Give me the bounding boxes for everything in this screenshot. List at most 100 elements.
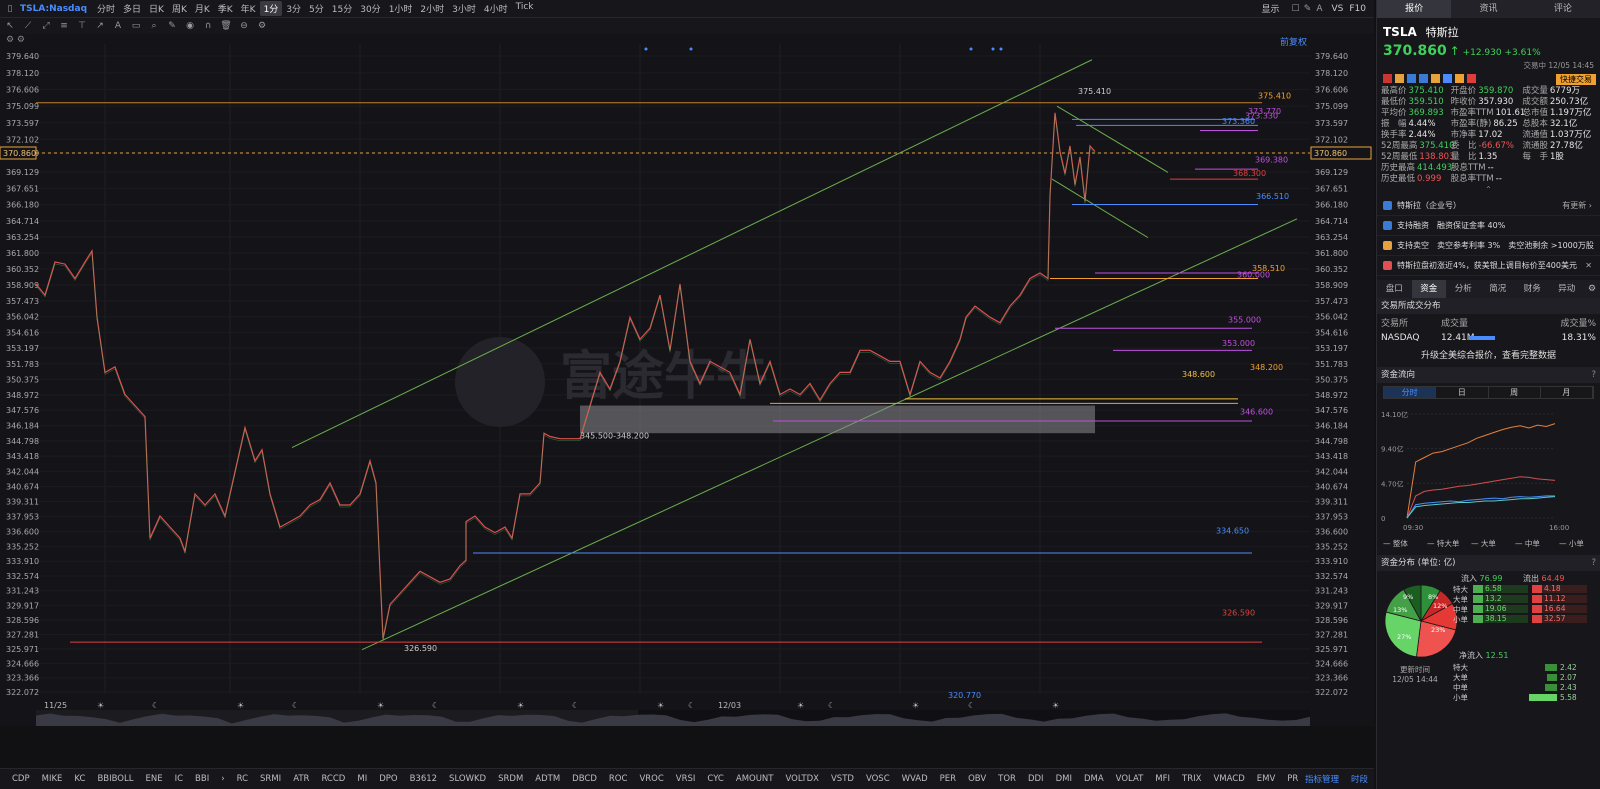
timeframe-7[interactable]: 1分 xyxy=(259,1,283,16)
timeframe-4[interactable]: 月K xyxy=(191,1,214,16)
feed-item[interactable]: 支持卖空 卖空参考利率 3% 卖空池剩余 >1000万股 xyxy=(1377,236,1600,256)
timeframe-3[interactable]: 周K xyxy=(168,1,191,16)
timeframe-1[interactable]: 多日 xyxy=(119,1,145,16)
price-chart[interactable]: 379.640 379.640 378.120 378.120 376.606 376.6… xyxy=(0,34,1374,726)
indicator-item[interactable]: PER xyxy=(934,774,962,784)
indicator-item[interactable]: › xyxy=(215,774,230,784)
indicator-item[interactable]: PRICEOSC xyxy=(1281,774,1299,784)
indicator-manage-button[interactable]: 指标管理 xyxy=(1299,773,1345,785)
indicator-item[interactable]: ROC xyxy=(603,774,634,784)
indicator-item[interactable]: MIKE xyxy=(36,774,69,784)
tab-quote[interactable]: 报价 xyxy=(1377,0,1452,18)
timeframe-2[interactable]: 日K xyxy=(145,1,168,16)
subtab-0[interactable]: 盘口 xyxy=(1377,280,1412,298)
comment-icon[interactable]: ▭ xyxy=(130,21,142,31)
help-icon[interactable]: ? xyxy=(1591,367,1596,383)
flow-tab-0[interactable]: 分时 xyxy=(1384,387,1437,398)
indicator-item[interactable]: DDI xyxy=(1022,774,1050,784)
indicator-item[interactable]: VMACD xyxy=(1207,774,1250,784)
flow-legend-item[interactable]: — 中单 xyxy=(1515,538,1540,548)
indicator-item[interactable]: VRSI xyxy=(670,774,702,784)
indicator-item[interactable]: VOLAT xyxy=(1110,774,1150,784)
indicator-item[interactable]: ATR xyxy=(287,774,315,784)
indicator-item[interactable]: EMV xyxy=(1251,774,1282,784)
indicator-item[interactable]: CDP xyxy=(6,774,36,784)
fib-tool-icon[interactable]: ⊤ xyxy=(76,21,88,31)
indicator-item[interactable]: ADTM xyxy=(529,774,566,784)
pen-icon[interactable]: ✎ xyxy=(166,21,178,31)
timeframe-16[interactable]: Tick xyxy=(512,1,538,16)
settings-icon[interactable]: ⚙ xyxy=(256,21,268,31)
flow-tab-3[interactable]: 月 xyxy=(1541,387,1593,398)
indicator-item[interactable]: TRIX xyxy=(1176,774,1207,784)
indicator-item[interactable]: WVAD xyxy=(896,774,934,784)
flow-tab-2[interactable]: 周 xyxy=(1489,387,1541,398)
timeframe-6[interactable]: 年K xyxy=(237,1,260,16)
flow-legend-item[interactable]: — 小单 xyxy=(1559,538,1584,548)
feed-item[interactable]: 特斯拉（企业号） 有更新 › xyxy=(1377,196,1600,216)
indicator-item[interactable]: VOLTDX xyxy=(780,774,825,784)
heart-icon[interactable] xyxy=(1467,74,1476,83)
indicator-item[interactable]: VROC xyxy=(633,774,669,784)
indicator-item[interactable]: DBCD xyxy=(566,774,603,784)
timeframe-14[interactable]: 3小时 xyxy=(448,1,480,16)
chart-canvas[interactable]: 379.640 379.640 378.120 378.120 376.606 376.6… xyxy=(0,34,1374,726)
indicator-item[interactable]: MFI xyxy=(1149,774,1176,784)
indicator-item[interactable]: VOSC xyxy=(860,774,896,784)
timeframe-9[interactable]: 5分 xyxy=(305,1,328,16)
subtab-2[interactable]: 分析 xyxy=(1446,280,1481,298)
timeframe-13[interactable]: 2小时 xyxy=(416,1,448,16)
indicator-item[interactable]: SRMI xyxy=(254,774,287,784)
feed-item[interactable]: 特斯拉盘初涨近4%，获美银上调目标价至400美元 ✕ xyxy=(1377,256,1600,276)
ray-tool-icon[interactable]: ⤢ xyxy=(40,21,52,31)
timeframe-10[interactable]: 15分 xyxy=(328,1,356,16)
indicator-item[interactable]: RC xyxy=(231,774,254,784)
indicator-item[interactable]: BBIBOLL xyxy=(91,774,139,784)
indicator-item[interactable]: VSTD xyxy=(825,774,860,784)
indicator-item[interactable]: DMI xyxy=(1050,774,1078,784)
flow-legend-item[interactable]: — 大单 xyxy=(1471,538,1496,548)
timeframe-11[interactable]: 30分 xyxy=(356,1,384,16)
flow-tab-1[interactable]: 日 xyxy=(1436,387,1489,398)
indicator-item[interactable]: TOR xyxy=(992,774,1022,784)
subtab-settings-icon[interactable]: ⚙ xyxy=(1584,280,1600,298)
subtab-4[interactable]: 财务 xyxy=(1515,280,1550,298)
cursor-icon[interactable]: ↖ xyxy=(4,21,16,31)
layout-icon[interactable]: ☐ xyxy=(1289,4,1301,14)
text-tool-icon[interactable]: A xyxy=(112,21,124,31)
session-button[interactable]: 时段 xyxy=(1345,773,1374,785)
subtab-1[interactable]: 资金 xyxy=(1411,280,1446,298)
trash-icon[interactable]: 🗑 xyxy=(220,21,232,31)
indicator-item[interactable]: AMOUNT xyxy=(730,774,780,784)
timeframe-8[interactable]: 3分 xyxy=(282,1,305,16)
text-icon[interactable]: A xyxy=(1313,4,1325,14)
indicator-item[interactable]: KC xyxy=(68,774,91,784)
feed-extra[interactable]: ✕ xyxy=(1585,256,1592,276)
subtab-5[interactable]: 异动 xyxy=(1550,280,1585,298)
timeframe-5[interactable]: 季K xyxy=(214,1,237,16)
tab-comments[interactable]: 评论 xyxy=(1526,0,1600,18)
expand-icon[interactable]: ⌃ xyxy=(1377,185,1600,194)
indicator-item[interactable]: B3612 xyxy=(404,774,443,784)
indicator-item[interactable]: DPO xyxy=(373,774,403,784)
flow-legend-item[interactable]: — 特大单 xyxy=(1427,538,1460,548)
indicator-item[interactable]: BBI xyxy=(189,774,215,784)
display-menu[interactable]: 显示 xyxy=(1261,2,1279,15)
lock-icon[interactable]: ⊖ xyxy=(238,21,250,31)
tab-news[interactable]: 资讯 xyxy=(1451,0,1525,18)
timeframe-12[interactable]: 1小时 xyxy=(385,1,417,16)
magnet-icon[interactable]: ∩ xyxy=(202,21,214,31)
indicator-item[interactable]: DMA xyxy=(1078,774,1110,784)
flow-legend-item[interactable]: — 整体 xyxy=(1383,538,1408,548)
f10-button[interactable]: F10 xyxy=(1349,4,1366,14)
timeframe-0[interactable]: 分时 xyxy=(93,1,119,16)
arrow-tool-icon[interactable]: ↗ xyxy=(94,21,106,31)
indicator-item[interactable]: SRDM xyxy=(492,774,529,784)
indicator-item[interactable]: IC xyxy=(169,774,189,784)
indicator-item[interactable]: CYC xyxy=(701,774,729,784)
sidebar-toggle-icon[interactable]: ▯ xyxy=(4,4,16,14)
feed-extra[interactable]: 有更新 › xyxy=(1562,196,1592,216)
help-icon[interactable]: ? xyxy=(1591,555,1596,571)
indicator-item[interactable]: OBV xyxy=(962,774,992,784)
channel-tool-icon[interactable]: ≡ xyxy=(58,21,70,31)
